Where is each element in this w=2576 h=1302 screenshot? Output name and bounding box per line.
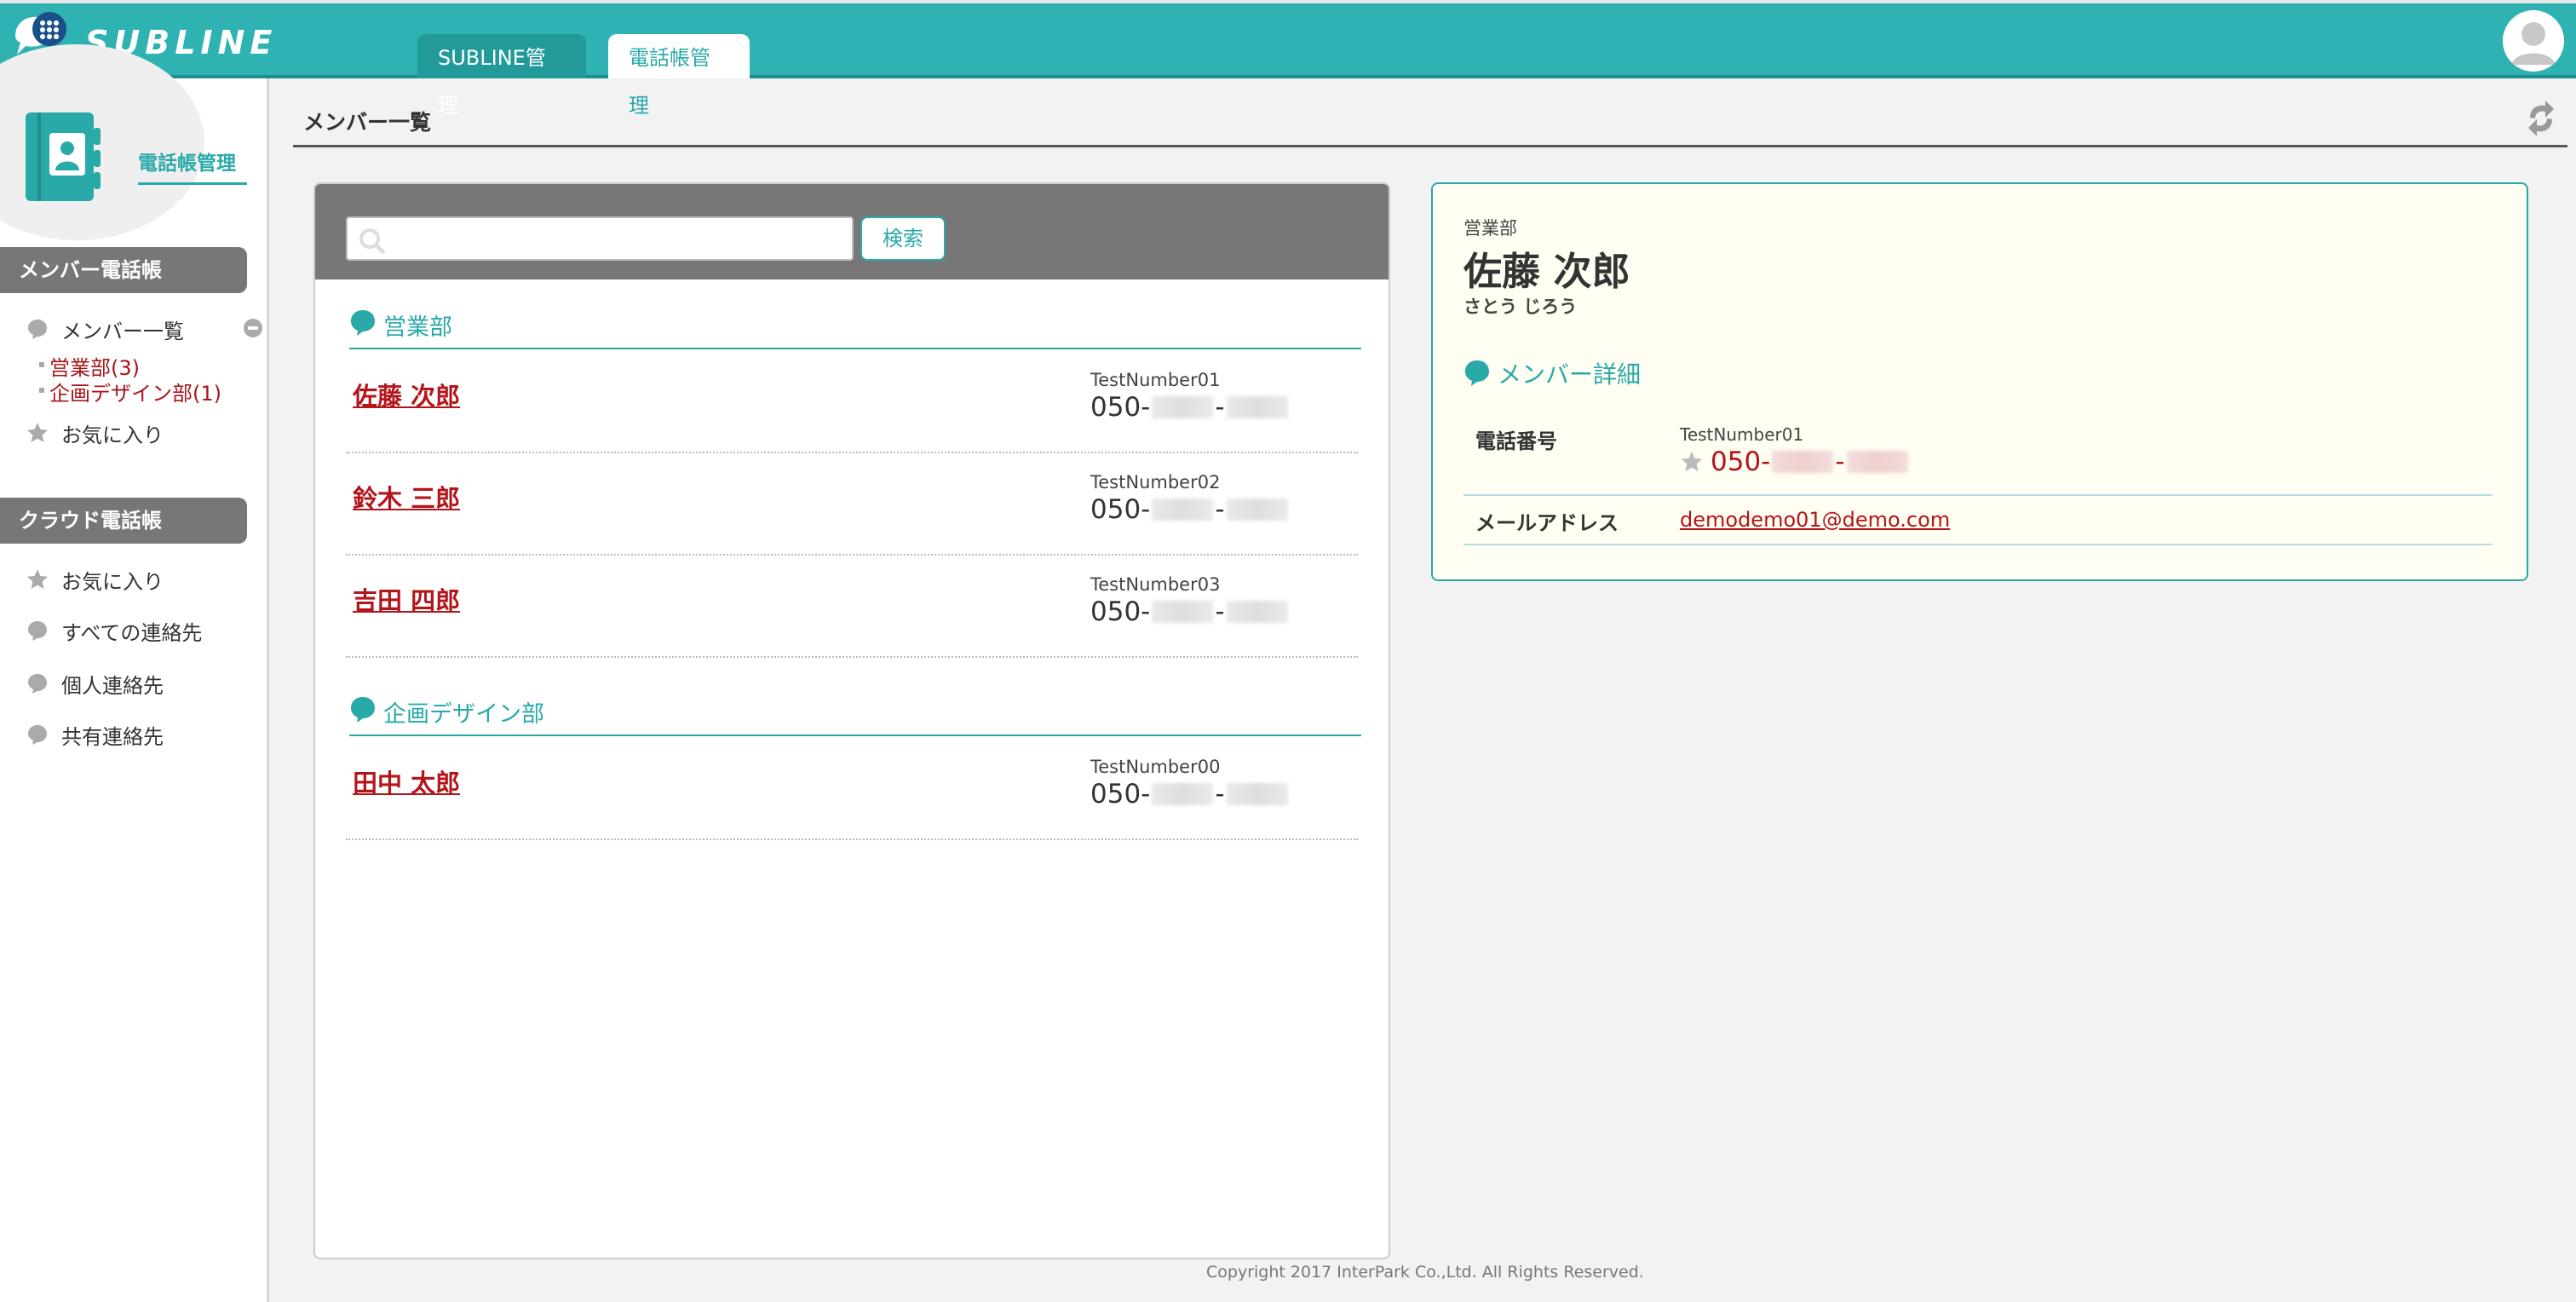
phone-separator: - [1215, 596, 1225, 627]
member-name-link[interactable]: 吉田 四郎 [353, 581, 460, 617]
detail-department: 営業部 [1463, 218, 1517, 239]
speech-bubble-icon [26, 671, 49, 695]
collapse-icon[interactable] [244, 319, 262, 337]
detail-section-header: メンバー詳細 [1463, 356, 1641, 390]
group-name: 企画デザイン部 [383, 701, 544, 728]
star-icon[interactable] [1680, 450, 1704, 474]
sidebar-subitem-design[interactable]: 企画デザイン部(1) [39, 377, 221, 406]
sidebar-item-label: すべての連絡先 [61, 620, 203, 645]
blurred-digits [1152, 601, 1214, 623]
sidebar-item-label: お気に入り [61, 569, 164, 594]
blurred-digits [1152, 498, 1214, 521]
member-row[interactable]: 吉田 四郎 TestNumber03 050- - [346, 556, 1358, 658]
phone-number[interactable]: 050- - [1090, 779, 1290, 809]
sidebar: 電話帳管理 メンバー電話帳 メンバー一覧 営業部(3) 企画デザイン部(1) お… [0, 44, 269, 1302]
phone-separator: - [1215, 392, 1225, 423]
sidebar-item-label: 共有連絡先 [61, 724, 164, 749]
blurred-digits [1226, 783, 1288, 805]
detail-phone-number[interactable]: 050- - [1680, 446, 1910, 477]
blurred-digits [1152, 783, 1214, 805]
sidebar-item-shared-contacts[interactable]: 共有連絡先 [26, 719, 164, 750]
phone-label: TestNumber00 [1090, 757, 1221, 777]
phone-field-label: 電話番号 [1475, 429, 1557, 453]
phone-prefix: 050- [1090, 596, 1151, 627]
phone-label: TestNumber02 [1090, 472, 1221, 493]
phone-prefix: 050- [1090, 392, 1151, 423]
speech-bubble-icon [1463, 359, 1491, 388]
member-row[interactable]: 田中 太郎 TestNumber00 050- - [346, 738, 1358, 840]
tab-subline-admin[interactable]: SUBLINE管理 [417, 34, 586, 118]
phone-number[interactable]: 050- - [1090, 596, 1290, 627]
top-bar: SUBLINE SUBLINE管理 電話帳管理 [0, 0, 2576, 118]
member-list-panel: 検索 営業部 佐藤 次郎 TestNumber01 050- - 鈴木 三郎 T… [313, 182, 1390, 1259]
sidebar-item-member-favorites[interactable]: お気に入り [26, 418, 164, 448]
search-button[interactable]: 検索 [860, 216, 946, 261]
sidebar-title: 電話帳管理 [138, 147, 247, 185]
blurred-digits [1772, 451, 1834, 473]
group-header-sales: 営業部 [349, 308, 1361, 349]
search-icon [358, 227, 387, 256]
phone-number[interactable]: 050- - [1090, 392, 1290, 423]
phone-prefix: 050- [1090, 779, 1151, 809]
sidebar-item-label: メンバー一覧 [61, 319, 184, 343]
member-name-link[interactable]: 鈴木 三郎 [353, 479, 460, 515]
sidebar-item-cloud-favorites[interactable]: お気に入り [26, 564, 164, 595]
sidebar-item-label: 個人連絡先 [61, 673, 164, 698]
phone-prefix: 050- [1711, 446, 1771, 477]
blurred-digits [1846, 451, 1908, 473]
member-detail-panel: 営業部 佐藤 次郎 さとう じろう メンバー詳細 電話番号 TestNumber… [1431, 182, 2528, 581]
member-row[interactable]: 佐藤 次郎 TestNumber01 050- - [346, 351, 1358, 453]
speech-bubble-icon [26, 317, 49, 341]
search-field[interactable] [346, 216, 854, 261]
detail-kana: さとう じろう [1463, 297, 1578, 317]
speech-bubble-icon [349, 308, 377, 337]
phone-prefix: 050- [1090, 494, 1151, 525]
blurred-digits [1226, 498, 1288, 521]
phone-separator: - [1215, 494, 1225, 525]
star-icon [26, 567, 49, 591]
detail-phone-label: TestNumber01 [1680, 424, 1804, 445]
sidebar-item-member-list[interactable]: メンバー一覧 [26, 314, 184, 344]
blurred-digits [1152, 396, 1214, 418]
phone-label: TestNumber03 [1090, 574, 1221, 595]
detail-section-title: メンバー詳細 [1498, 360, 1642, 389]
phone-separator: - [1835, 446, 1845, 477]
detail-row-email: メールアドレス [1463, 496, 2493, 545]
search-bar: 検索 [315, 184, 1389, 279]
member-phonebook-section: メンバー電話帳 [0, 247, 247, 293]
cloud-phonebook-section: クラウド電話帳 [0, 498, 247, 544]
detail-row-phone: 電話番号 [1463, 411, 2493, 496]
detail-email-link[interactable]: demodemo01@demo.com [1680, 508, 1950, 532]
group-name: 営業部 [383, 314, 452, 341]
sidebar-item-label: お気に入り [61, 423, 164, 447]
copyright-footer: Copyright 2017 InterPark Co.,Ltd. All Ri… [1206, 1263, 1644, 1282]
user-avatar-icon[interactable] [2503, 10, 2564, 72]
star-icon [26, 421, 49, 445]
speech-bubble-icon [26, 619, 49, 642]
sidebar-item-personal-contacts[interactable]: 個人連絡先 [26, 668, 164, 699]
search-input[interactable] [399, 218, 842, 259]
phone-separator: - [1215, 779, 1225, 809]
sidebar-item-all-contacts[interactable]: すべての連絡先 [26, 615, 202, 646]
member-row[interactable]: 鈴木 三郎 TestNumber02 050- - [346, 453, 1358, 556]
phone-number[interactable]: 050- - [1090, 494, 1290, 525]
phonebook-icon [22, 111, 111, 203]
refresh-icon[interactable] [2523, 99, 2559, 138]
email-field-label: メールアドレス [1475, 511, 1619, 535]
detail-name: 佐藤 次郎 [1463, 249, 1630, 294]
blurred-digits [1226, 396, 1288, 418]
tab-phonebook-admin[interactable]: 電話帳管理 [608, 34, 750, 118]
speech-bubble-icon [349, 695, 377, 724]
member-name-link[interactable]: 田中 太郎 [353, 763, 460, 799]
blurred-digits [1226, 601, 1288, 623]
title-divider [293, 145, 2567, 147]
phone-label: TestNumber01 [1090, 370, 1221, 390]
member-name-link[interactable]: 佐藤 次郎 [353, 377, 460, 412]
group-header-design: 企画デザイン部 [349, 695, 1361, 736]
speech-bubble-icon [26, 723, 49, 746]
page-title: メンバー一覧 [303, 110, 432, 135]
